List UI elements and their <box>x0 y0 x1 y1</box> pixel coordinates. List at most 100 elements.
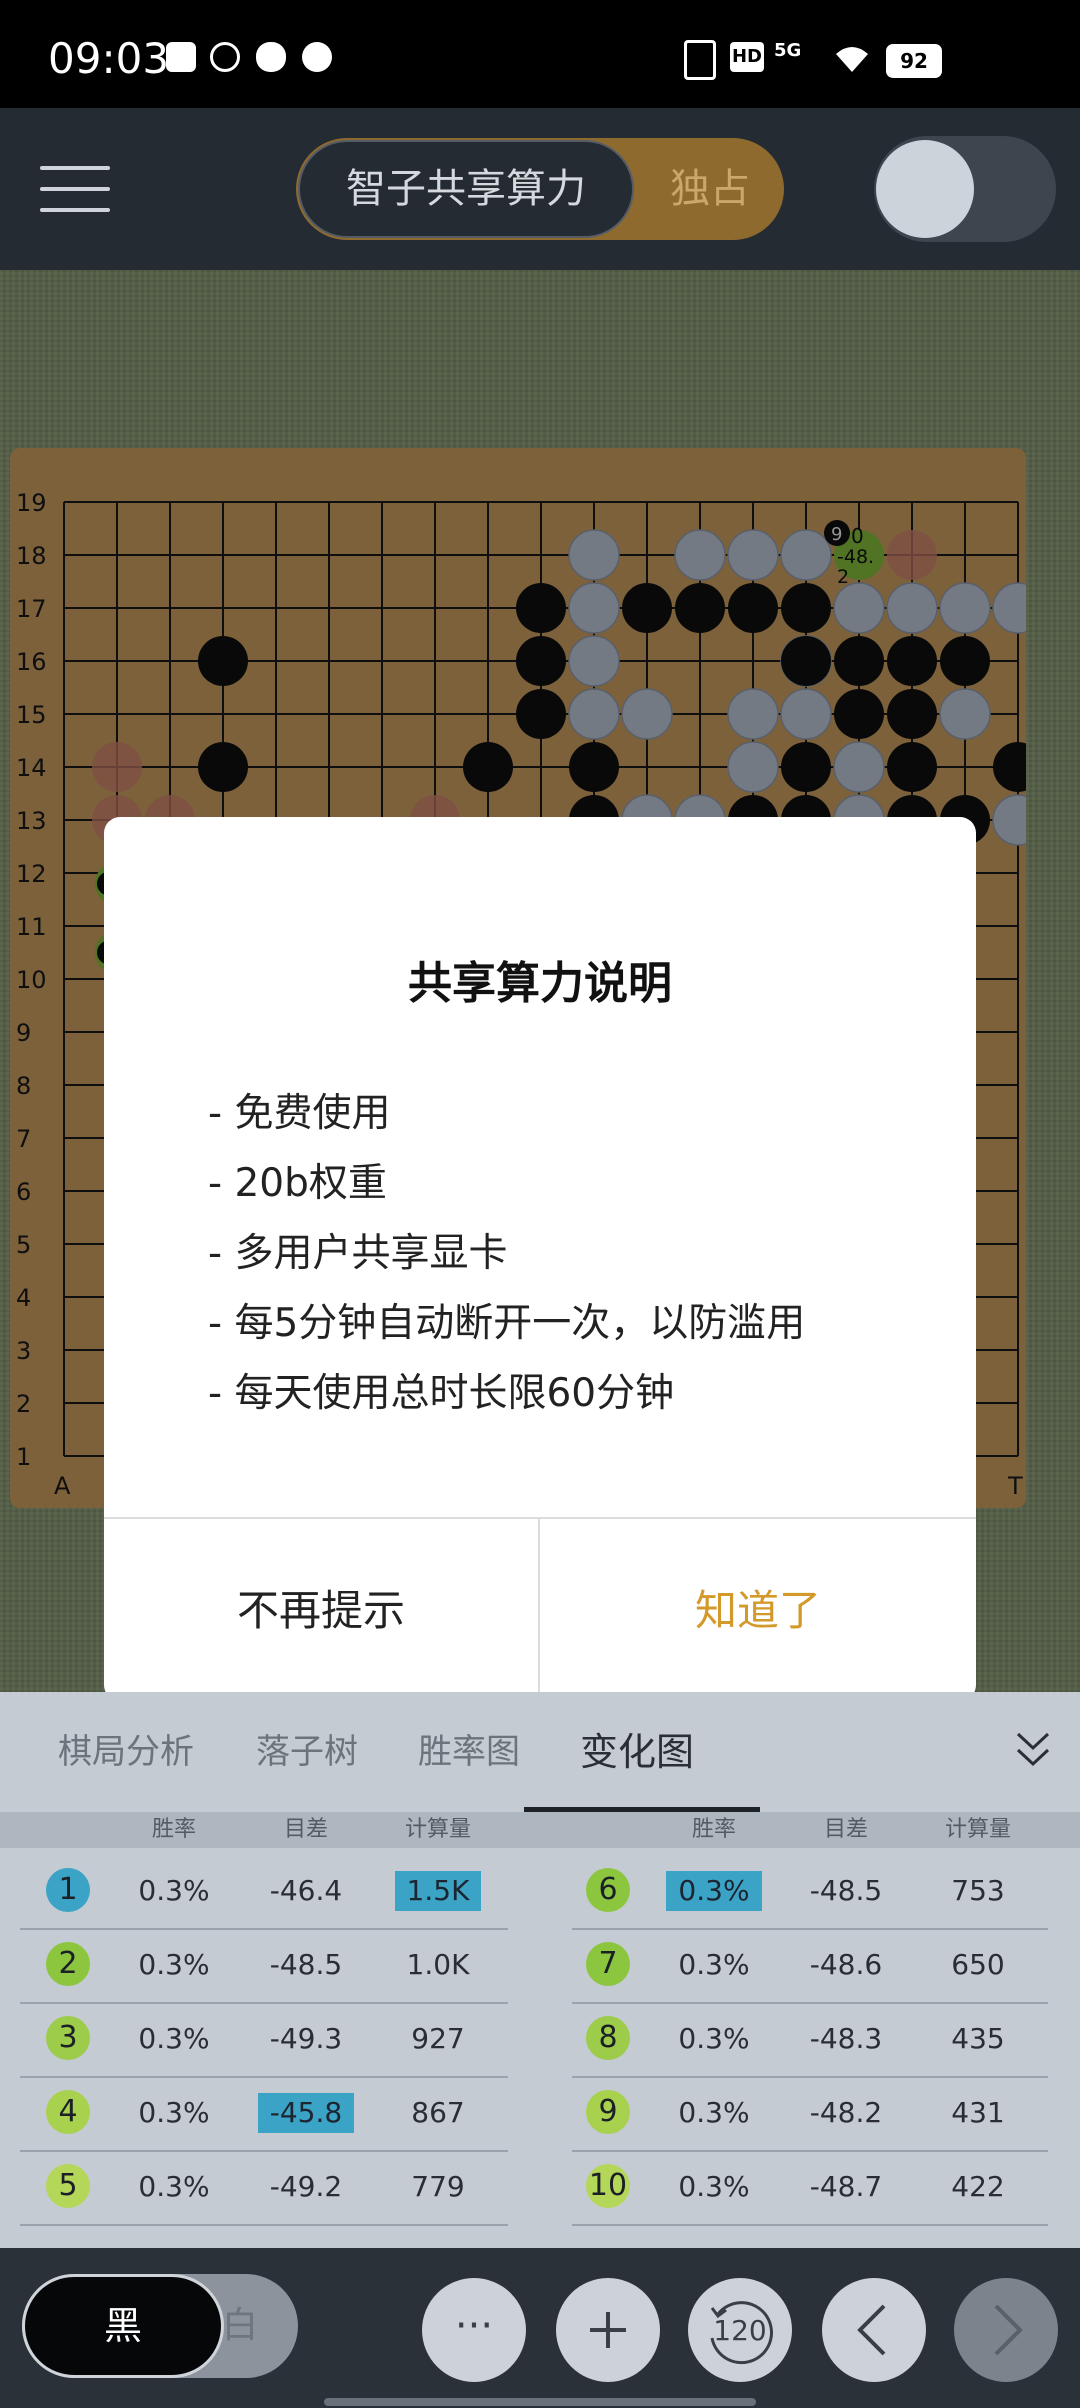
visits-cell-wrap: 1.5K <box>378 1854 498 1928</box>
visits-cell-wrap: 927 <box>378 2002 498 2076</box>
table-row[interactable]: 6 0.3% -48.5 753 <box>572 1854 1048 1930</box>
winrate-cell-wrap: 0.3% <box>654 1928 774 2002</box>
dialog-buttons: 不再提示 知道了 <box>104 1517 976 1701</box>
more-button[interactable]: ··· <box>422 2278 526 2382</box>
winrate-cell: 0.3% <box>138 2022 210 2055</box>
add-button[interactable] <box>556 2278 660 2382</box>
score-diff-cell-wrap: -49.3 <box>246 2002 366 2076</box>
header-score-diff: 目差 <box>823 1817 868 1842</box>
info-item: - 每5分钟自动断开一次，以防滥用 <box>208 1301 806 1346</box>
rank-badge: 3 <box>46 2016 90 2060</box>
previous-button[interactable] <box>822 2278 926 2382</box>
rank-badge: 6 <box>586 1868 630 1912</box>
table-row[interactable]: 10 0.3% -48.7 422 <box>572 2150 1048 2226</box>
got-it-button[interactable]: 知道了 <box>540 1519 976 1701</box>
move-count-label: 120 <box>713 2314 767 2347</box>
battery-indicator: 92 <box>886 44 942 78</box>
rank-badge: 4 <box>46 2090 90 2134</box>
tab-variation-chart[interactable]: 变化图 <box>580 1692 694 1812</box>
table-row[interactable]: 9 0.3% -48.2 431 <box>572 2076 1048 2152</box>
visits-cell: 779 <box>411 2170 465 2203</box>
winrate-cell-wrap: 0.3% <box>114 2076 234 2150</box>
dialog-info-list: - 免费使用 - 20b权重 - 多用户共享显卡 - 每5分钟自动断开一次，以防… <box>208 1079 805 1429</box>
rank-badge: 10 <box>586 2164 630 2208</box>
rank-badge: 5 <box>46 2164 90 2208</box>
tab-game-analysis[interactable]: 棋局分析 <box>58 1692 194 1812</box>
home-indicator[interactable] <box>324 2398 756 2406</box>
info-item: - 多用户共享显卡 <box>208 1231 508 1276</box>
visits-cell-wrap: 779 <box>378 2150 498 2224</box>
mode-exclusive-option[interactable]: 独占 <box>636 138 784 240</box>
table-row[interactable]: 3 0.3% -49.3 927 <box>20 2002 508 2078</box>
info-item: - 免费使用 <box>208 1091 391 1136</box>
white-option[interactable]: 白 <box>222 2274 282 2378</box>
visits-cell: 1.5K <box>394 1871 482 1911</box>
score-diff-cell-wrap: -48.6 <box>786 1928 906 2002</box>
winrate-cell: 0.3% <box>138 1874 210 1907</box>
undo-to-move-button[interactable]: 120 <box>688 2278 792 2382</box>
dont-show-again-button[interactable]: 不再提示 <box>104 1519 540 1701</box>
rank-badge: 8 <box>586 2016 630 2060</box>
visits-cell: 435 <box>951 2022 1005 2055</box>
next-button[interactable] <box>954 2278 1058 2382</box>
rank-badge: 2 <box>46 1942 90 1986</box>
power-switch[interactable] <box>874 136 1056 242</box>
rank-badge: 9 <box>586 2090 630 2134</box>
score-diff-cell: -49.2 <box>269 2170 343 2203</box>
score-diff-cell: -45.8 <box>257 2093 355 2133</box>
bottom-toolbar: 白 黑 ··· 120 <box>0 2248 1080 2408</box>
score-diff-cell: -49.3 <box>269 2022 343 2055</box>
more-icon: ··· <box>454 2303 494 2349</box>
visits-cell: 650 <box>951 1948 1005 1981</box>
turn-color-toggle[interactable]: 白 黑 <box>22 2274 298 2378</box>
candidate-moves-table: 胜率 目差 计算量 胜率 目差 计算量 1 0.3% -46.4 1.5K 2 0.3% -… <box>0 1812 1080 2248</box>
score-diff-cell-wrap: -48.3 <box>786 2002 906 2076</box>
score-diff-cell: -46.4 <box>269 1874 343 1907</box>
visits-cell: 422 <box>951 2170 1005 2203</box>
vpn-icon <box>210 42 240 72</box>
menu-icon[interactable] <box>40 166 110 212</box>
rank-badge: 1 <box>46 1868 90 1912</box>
score-diff-cell: -48.3 <box>809 2022 883 2055</box>
header-winrate: 胜率 <box>691 1817 736 1842</box>
chevron-left-icon <box>857 2304 886 2356</box>
visits-cell: 867 <box>411 2096 465 2129</box>
switch-knob <box>876 140 974 238</box>
table-row[interactable]: 2 0.3% -48.5 1.0K <box>20 1928 508 2004</box>
table-row[interactable]: 8 0.3% -48.3 435 <box>572 2002 1048 2078</box>
visits-cell-wrap: 753 <box>918 1854 1038 1928</box>
winrate-cell-wrap: 0.3% <box>114 2002 234 2076</box>
network-label: 5G <box>774 40 802 61</box>
table-row[interactable]: 4 0.3% -45.8 867 <box>20 2076 508 2152</box>
tab-move-tree[interactable]: 落子树 <box>256 1692 358 1812</box>
app-header: 智子共享算力 独占 <box>0 108 1080 270</box>
score-diff-cell: -48.6 <box>809 1948 883 1981</box>
compute-mode-toggle[interactable]: 智子共享算力 独占 <box>296 138 784 240</box>
cat-icon <box>302 42 332 72</box>
score-diff-cell-wrap: -48.7 <box>786 2150 906 2224</box>
black-option[interactable]: 黑 <box>22 2274 224 2378</box>
score-diff-cell-wrap: -46.4 <box>246 1854 366 1928</box>
visits-cell-wrap: 650 <box>918 1928 1038 2002</box>
table-row[interactable]: 7 0.3% -48.6 650 <box>572 1928 1048 2004</box>
score-diff-cell-wrap: -48.5 <box>786 1854 906 1928</box>
winrate-cell-wrap: 0.3% <box>654 2002 774 2076</box>
score-diff-cell-wrap: -48.5 <box>246 1928 366 2002</box>
winrate-cell: 0.3% <box>678 2170 750 2203</box>
header-visits: 计算量 <box>944 1817 1011 1842</box>
visits-cell-wrap: 867 <box>378 2076 498 2150</box>
plus-icon <box>590 2312 626 2348</box>
winrate-cell: 0.3% <box>138 1948 210 1981</box>
collapse-icon[interactable] <box>1016 1728 1050 1772</box>
winrate-cell-wrap: 0.3% <box>654 2150 774 2224</box>
winrate-cell: 0.3% <box>666 1871 762 1911</box>
winrate-cell: 0.3% <box>138 2096 210 2129</box>
table-row[interactable]: 5 0.3% -49.2 779 <box>20 2150 508 2226</box>
table-row[interactable]: 1 0.3% -46.4 1.5K <box>20 1854 508 1930</box>
header-winrate: 胜率 <box>151 1817 196 1842</box>
score-diff-cell: -48.5 <box>269 1948 343 1981</box>
tab-winrate-chart[interactable]: 胜率图 <box>418 1692 520 1812</box>
mode-shared-option[interactable]: 智子共享算力 <box>298 140 634 238</box>
compute-info-dialog: 共享算力说明 - 免费使用 - 20b权重 - 多用户共享显卡 - 每5分钟自动… <box>104 817 976 1701</box>
visits-cell-wrap: 422 <box>918 2150 1038 2224</box>
